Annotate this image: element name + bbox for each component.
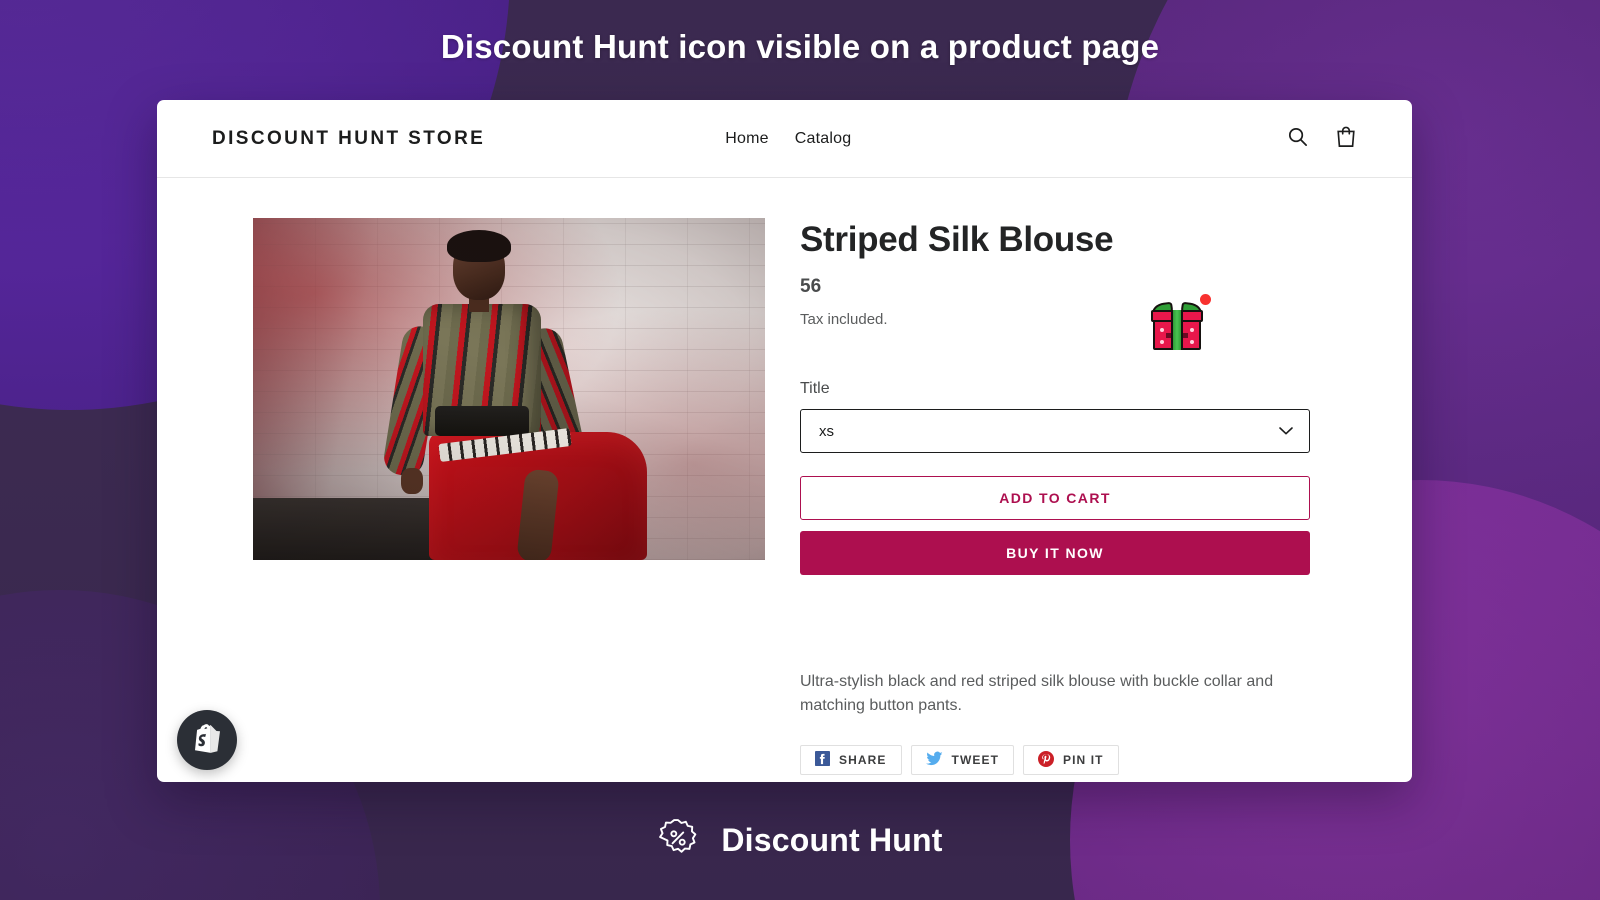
main-nav: Home Catalog [725,130,851,148]
gift-dot [1190,328,1194,332]
footer-brand-name: Discount Hunt [721,822,943,858]
gift-dot [1160,340,1164,344]
page-background: Discount Hunt icon visible on a product … [0,0,1600,900]
notification-badge-dot [1200,294,1211,305]
gift-ribbon [1171,310,1183,350]
shopify-chat-bubble[interactable] [177,710,237,770]
product-title: Striped Silk Blouse [800,220,1114,259]
share-pinterest-label: PIN IT [1063,753,1104,767]
variant-select[interactable]: xs [800,409,1310,453]
gift-square [1183,333,1188,338]
discount-hunt-widget-button[interactable] [1145,292,1213,354]
cart-icon[interactable] [1335,125,1357,153]
gift-box-icon [1151,301,1203,350]
gift-dot [1160,328,1164,332]
pinterest-icon [1038,750,1055,770]
header-actions [1286,125,1357,153]
product-section: Striped Silk Blouse 56 Tax included. Tit… [157,178,1412,775]
add-to-cart-button[interactable]: ADD TO CART [800,476,1310,520]
twitter-icon [925,751,943,769]
shopify-bag-icon [192,722,222,759]
product-description: Ultra-stylish black and red striped silk… [800,673,1274,714]
gift-square [1166,333,1171,338]
share-facebook-label: SHARE [839,753,887,767]
product-image[interactable] [253,218,765,560]
product-info: Striped Silk Blouse 56 Tax included. Tit… [800,218,1357,775]
buy-it-now-button[interactable]: BUY IT NOW [800,531,1310,575]
share-twitter-label: TWEET [951,753,1000,767]
variant-select-value: xs [819,422,834,440]
browser-preview-card: DISCOUNT HUNT STORE Home Catalog Striped… [157,100,1412,782]
footer-brand: Discount Hunt [0,817,1600,864]
search-icon[interactable] [1286,125,1309,153]
tax-note: Tax included. [800,311,888,328]
product-price: 56 [800,276,822,297]
share-facebook-button[interactable]: SHARE [800,745,902,775]
share-row: SHARE TWEET PIN IT [800,745,1357,775]
share-pinterest-button[interactable]: PIN IT [1023,745,1119,775]
page-headline: Discount Hunt icon visible on a product … [440,28,1160,65]
facebook-icon [815,751,830,769]
nav-item-home[interactable]: Home [725,130,768,148]
gift-dot [1190,340,1194,344]
photo-shading [253,218,765,560]
product-media [253,218,765,775]
variant-option-label: Title [800,380,830,397]
nav-item-catalog[interactable]: Catalog [795,130,852,148]
store-name: DISCOUNT HUNT STORE [212,127,486,149]
share-twitter-button[interactable]: TWEET [910,745,1015,775]
store-header: DISCOUNT HUNT STORE Home Catalog [157,100,1412,178]
percent-badge-icon [657,817,699,864]
chevron-down-icon [1279,423,1293,440]
